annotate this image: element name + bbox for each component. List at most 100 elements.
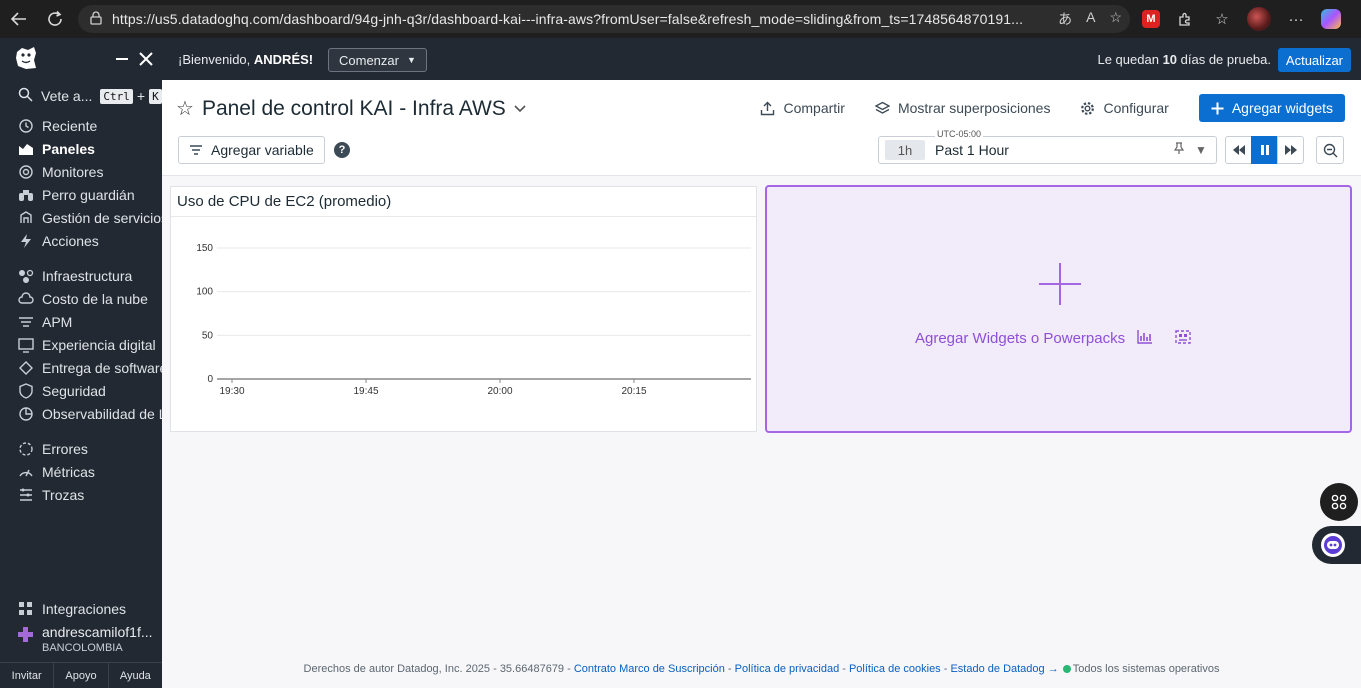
title-chevron-down-icon[interactable]: [514, 100, 526, 118]
sidebar-item-experiencia-digital[interactable]: Experiencia digital: [0, 333, 162, 356]
sidebar-item-reciente[interactable]: Reciente: [0, 114, 162, 137]
extension-red-icon[interactable]: M: [1142, 10, 1160, 28]
share-button[interactable]: Compartir: [760, 100, 845, 116]
sidebar-item-trozas[interactable]: Trozas: [0, 483, 162, 506]
pin-icon[interactable]: [1168, 142, 1190, 158]
sidebar-item-label: Experiencia digital: [42, 336, 156, 353]
assistant-button[interactable]: [1312, 526, 1361, 564]
sidebar-item-label: Perro guardián: [42, 186, 135, 203]
favorites-icon[interactable]: ☆: [1210, 7, 1234, 31]
pause-button[interactable]: [1251, 136, 1278, 164]
sidebar-item-paneles[interactable]: Paneles: [0, 137, 162, 160]
more-menu-icon[interactable]: ···: [1284, 7, 1308, 31]
binoculars-icon: [17, 186, 34, 203]
copyright-text: Derechos de autor Datadog, Inc. 2025 - 3…: [303, 663, 574, 675]
sidebar-item-gestión-de-servicios[interactable]: Gestión de servicios: [0, 206, 162, 229]
zoom-out-button[interactable]: [1316, 136, 1344, 164]
apps-grid-button[interactable]: [1320, 483, 1358, 521]
bar-chart-icon: [1137, 330, 1153, 347]
sidebar-item-label: Integraciones: [42, 600, 127, 617]
sidebar-item-apm[interactable]: APM: [0, 310, 162, 333]
help-icon[interactable]: ?: [334, 142, 350, 158]
share-label: Compartir: [783, 100, 845, 116]
user-menu[interactable]: andrescamilof1f... BANCOLOMBIA: [0, 624, 162, 654]
help-link[interactable]: Ayuda: [109, 663, 162, 688]
pause-icon: [1260, 145, 1269, 155]
shield-icon: [17, 382, 34, 399]
status-link[interactable]: Estado de Datadog →: [950, 663, 1058, 675]
plus-icon: [1211, 102, 1224, 114]
y-tick-label: 100: [196, 287, 213, 298]
sidebar-item-label: Paneles: [42, 140, 95, 157]
llm-observability-icon: [17, 405, 34, 422]
kbd-plus: +: [136, 88, 146, 104]
add-widgets-dropzone[interactable]: Agregar Widgets o Powerpacks: [765, 185, 1352, 433]
site-info-icon[interactable]: [86, 10, 106, 28]
sidebar: Vete a... Ctrl + K Reciente Paneles Monito…: [0, 38, 162, 688]
address-bar[interactable]: https://us5.datadoghq.com/dashboard/94g-…: [78, 5, 1130, 33]
time-picker[interactable]: UTC-05:00 1h Past 1 Hour ▼: [878, 129, 1217, 164]
sidebar-item-costo-de-la-nube[interactable]: Costo de la nube: [0, 287, 162, 310]
sidebar-item-infraestructura[interactable]: Infraestructura: [0, 264, 162, 287]
sidebar-item-seguridad[interactable]: Seguridad: [0, 379, 162, 402]
add-widgets-button[interactable]: Agregar widgets: [1198, 94, 1345, 122]
go-to-search[interactable]: Vete a... Ctrl + K: [0, 80, 162, 112]
extensions-puzzle-icon[interactable]: [1173, 7, 1197, 31]
profile-avatar[interactable]: [1247, 7, 1271, 31]
sidebar-item-label: Seguridad: [42, 382, 106, 399]
close-sidebar-icon[interactable]: [137, 50, 155, 68]
configure-button[interactable]: Configurar: [1080, 100, 1169, 116]
sidebar-item-acciones[interactable]: Acciones: [0, 229, 162, 252]
upgrade-button[interactable]: Actualizar: [1277, 48, 1351, 72]
start-button[interactable]: Comenzar ▼: [328, 48, 427, 72]
show-overlays-button[interactable]: Mostrar superposiciones: [874, 100, 1050, 116]
sidebar-item-integrations[interactable]: Integraciones: [0, 597, 162, 620]
dashboards-icon: [17, 140, 34, 157]
copilot-icon[interactable]: [1321, 9, 1341, 29]
sidebar-item-label: Infraestructura: [42, 267, 133, 284]
fast-forward-button[interactable]: [1277, 136, 1304, 164]
privacy-link[interactable]: Política de privacidad: [735, 663, 840, 675]
invite-link[interactable]: Invitar: [0, 663, 55, 688]
add-variable-button[interactable]: Agregar variable: [178, 136, 325, 164]
url-text: https://us5.datadoghq.com/dashboard/94g-…: [112, 11, 1024, 27]
assistant-bot-icon: [1321, 533, 1345, 557]
fast-forward-icon: [1284, 145, 1297, 155]
page-title[interactable]: Panel de control KAI - Infra AWS: [202, 97, 506, 121]
favorite-star-icon[interactable]: ☆: [176, 96, 194, 121]
sidebar-item-métricas[interactable]: Métricas: [0, 460, 162, 483]
translate-icon[interactable]: あ: [1058, 9, 1072, 29]
cookies-link[interactable]: Política de cookies: [849, 663, 941, 675]
trial-text: Le quedan 10 días de prueba.: [1097, 52, 1271, 67]
user-org: BANCOLOMBIA: [42, 642, 123, 654]
sidebar-item-observabilidad-de-l[interactable]: Observabilidad de L: [0, 402, 162, 425]
search-icon: [18, 87, 33, 105]
sidebar-item-monitores[interactable]: Monitores: [0, 160, 162, 183]
contract-link[interactable]: Contrato Marco de Suscripción: [574, 663, 725, 675]
y-tick-label: 0: [207, 374, 213, 385]
back-arrow-icon[interactable]: [6, 6, 32, 32]
sidebar-item-perro-guardián[interactable]: Perro guardián: [0, 183, 162, 206]
rewind-button[interactable]: [1225, 136, 1252, 164]
chevron-down-icon: ▼: [406, 55, 416, 65]
reload-icon[interactable]: [42, 6, 68, 32]
footer-separator: -: [940, 663, 951, 675]
read-aloud-icon[interactable]: A: [1086, 9, 1095, 29]
chevron-down-icon[interactable]: ▼: [1190, 143, 1212, 157]
page-footer: Derechos de autor Datadog, Inc. 2025 - 3…: [162, 663, 1361, 683]
software-delivery-icon: [17, 359, 34, 376]
cpu-usage-widget[interactable]: Uso de CPU de EC2 (promedio) 0 50 100 150 19…: [170, 186, 757, 432]
start-button-label: Comenzar: [339, 52, 399, 68]
support-link[interactable]: Apoyo: [54, 663, 109, 688]
timezone-label: UTC-05:00: [935, 129, 984, 139]
cloud-cost-icon: [17, 290, 34, 307]
zoom-out-icon: [1323, 143, 1337, 157]
collapse-sidebar-icon[interactable]: [113, 50, 131, 68]
sidebar-item-entrega-de-software[interactable]: Entrega de software: [0, 356, 162, 379]
add-variable-label: Agregar variable: [211, 142, 314, 158]
favorite-star-icon[interactable]: ☆: [1109, 9, 1122, 29]
cpu-usage-chart[interactable]: 0 50 100 150 19:30 19:45 20:00 20:15: [171, 218, 756, 431]
datadog-logo[interactable]: [12, 44, 40, 72]
monitors-icon: [17, 163, 34, 180]
sidebar-item-errores[interactable]: Errores: [0, 437, 162, 460]
